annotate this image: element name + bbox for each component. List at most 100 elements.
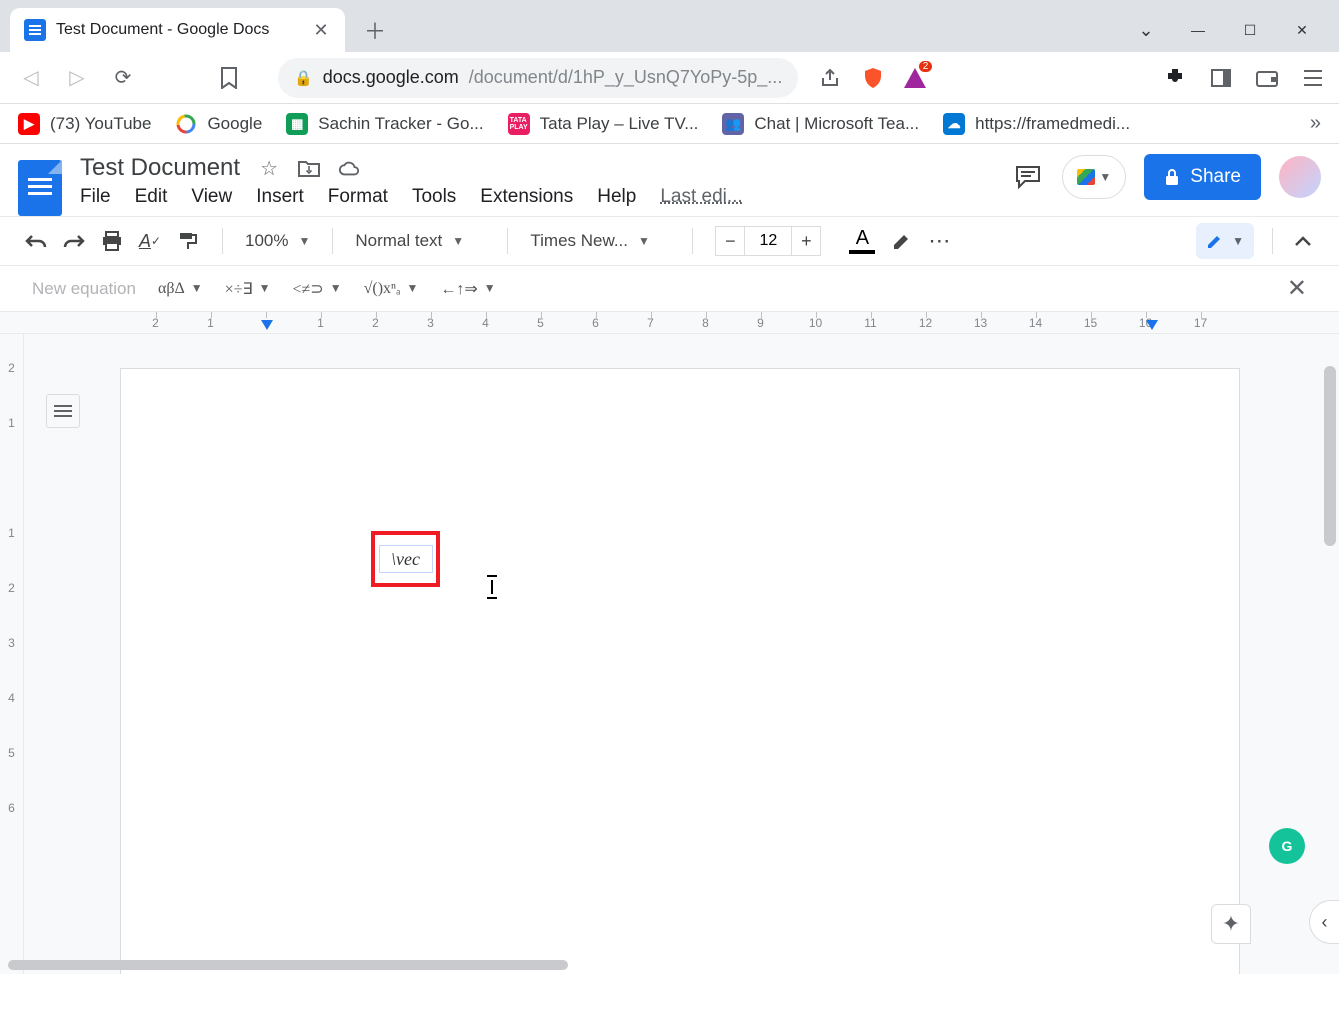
bookmark-google[interactable]: Google <box>175 113 262 135</box>
eq-arrows-group[interactable]: ←↑⇒▼ <box>440 279 495 299</box>
tab-title: Test Document - Google Docs <box>56 21 301 39</box>
ruler-mark: 15 <box>1063 316 1118 330</box>
eq-relations-group[interactable]: <≠⊃▼ <box>292 279 341 299</box>
paragraph-style-select[interactable]: Normal text▼ <box>355 231 485 251</box>
menu-extensions[interactable]: Extensions <box>480 186 573 208</box>
window-controls: ⌄ — ☐ ✕ <box>1135 19 1339 41</box>
brave-shield-icon[interactable] <box>862 67 884 89</box>
vertical-ruler[interactable]: 21123456 <box>0 334 24 974</box>
equation-highlight-box: \vec <box>371 531 440 587</box>
left-indent-marker[interactable] <box>261 320 273 330</box>
bookmark-tataplay[interactable]: TATAPLAYTata Play – Live TV... <box>508 113 699 135</box>
ruler-mark: 2 <box>348 316 403 330</box>
menu-help[interactable]: Help <box>597 186 636 208</box>
zoom-select[interactable]: 100%▼ <box>245 231 310 251</box>
ruler-mark: 17 <box>1173 316 1228 330</box>
brave-rewards-icon[interactable]: 2 <box>904 67 926 89</box>
bookmark-label: Tata Play – Live TV... <box>540 114 699 134</box>
meet-icon <box>1077 169 1095 185</box>
new-equation-label[interactable]: New equation <box>32 279 136 299</box>
star-icon[interactable]: ☆ <box>258 157 280 179</box>
menu-view[interactable]: View <box>191 186 232 208</box>
redo-icon[interactable] <box>62 229 86 253</box>
bookmark-youtube[interactable]: ▶(73) YouTube <box>18 113 151 135</box>
highlight-color-icon[interactable] <box>889 229 913 253</box>
new-tab-button[interactable]: ＋ <box>357 12 393 48</box>
nav-reload-button[interactable]: ⟳ <box>106 61 140 95</box>
collapse-toolbar-icon[interactable] <box>1291 229 1315 253</box>
pencil-icon <box>1206 232 1224 250</box>
lock-icon: 🔒 <box>294 69 313 87</box>
ruler-mark: 12 <box>898 316 953 330</box>
separator <box>332 228 333 254</box>
toolbar-row: ◁ ▷ ⟳ 🔒 docs.google.com/document/d/1hP_y… <box>0 52 1339 104</box>
document-page[interactable]: \vec <box>120 368 1240 974</box>
menu-edit[interactable]: Edit <box>135 186 168 208</box>
menu-insert[interactable]: Insert <box>256 186 304 208</box>
print-icon[interactable] <box>100 229 124 253</box>
bookmark-sheets[interactable]: ▦Sachin Tracker - Go... <box>286 113 483 135</box>
meet-button[interactable]: ▼ <box>1062 155 1126 199</box>
app-menu-icon[interactable] <box>1301 66 1325 90</box>
move-folder-icon[interactable] <box>298 157 320 179</box>
tab-close-icon[interactable]: ✕ <box>311 20 331 40</box>
spellcheck-icon[interactable]: A✓ <box>138 229 162 253</box>
document-title[interactable]: Test Document <box>80 154 240 182</box>
font-size-input[interactable] <box>745 226 791 256</box>
show-side-panel-button[interactable]: ‹ <box>1309 900 1339 944</box>
font-family-select[interactable]: Times New...▼ <box>530 231 670 251</box>
url-path: /document/d/1hP_y_UsnQ7YoPy-5p_... <box>469 67 783 88</box>
bookmark-teams[interactable]: 👥Chat | Microsoft Tea... <box>722 113 919 135</box>
docs-logo-icon[interactable] <box>18 160 62 216</box>
eq-operators-group[interactable]: ×÷∃▼ <box>225 279 271 299</box>
tab-search-icon[interactable]: ⌄ <box>1135 19 1157 41</box>
cloud-status-icon[interactable] <box>338 157 360 179</box>
address-bar[interactable]: 🔒 docs.google.com/document/d/1hP_y_UsnQ7… <box>278 58 798 98</box>
bookmark-onedrive[interactable]: ☁https://framedmedi... <box>943 113 1130 135</box>
vertical-scrollbar[interactable] <box>1324 366 1336 546</box>
window-minimize-icon[interactable]: — <box>1187 19 1209 41</box>
close-equation-toolbar-icon[interactable]: ✕ <box>1287 274 1307 303</box>
share-button[interactable]: Share <box>1144 154 1261 200</box>
bookmark-outline-icon[interactable] <box>212 61 246 95</box>
menu-format[interactable]: Format <box>328 186 388 208</box>
explore-button[interactable]: ✦ <box>1211 904 1251 944</box>
show-outline-button[interactable] <box>46 394 80 428</box>
wallet-icon[interactable] <box>1255 66 1279 90</box>
text-color-button[interactable]: A <box>849 228 875 254</box>
equation-input[interactable]: \vec <box>379 545 433 573</box>
paint-format-icon[interactable] <box>176 229 200 253</box>
nav-forward-button[interactable]: ▷ <box>60 61 94 95</box>
editing-mode-button[interactable]: ▼ <box>1196 223 1254 259</box>
ruler-mark: 13 <box>953 316 1008 330</box>
right-indent-marker[interactable] <box>1146 320 1158 330</box>
comments-icon[interactable] <box>1012 161 1044 193</box>
last-edit-link[interactable]: Last edi... <box>660 186 742 208</box>
horizontal-scrollbar[interactable] <box>8 960 568 970</box>
font-decrease-button[interactable]: − <box>715 226 745 256</box>
grammarly-icon[interactable]: G <box>1269 828 1305 864</box>
eq-greek-group[interactable]: αβΔ▼ <box>158 280 203 298</box>
bookmarks-overflow-icon[interactable]: » <box>1310 112 1321 135</box>
eq-math-group[interactable]: √()xⁿₐ▼ <box>364 280 419 298</box>
window-maximize-icon[interactable]: ☐ <box>1239 19 1261 41</box>
horizontal-ruler[interactable]: 211234567891011121314151617 <box>0 312 1339 334</box>
font-increase-button[interactable]: + <box>791 226 821 256</box>
undo-icon[interactable] <box>24 229 48 253</box>
nav-back-button[interactable]: ◁ <box>14 61 48 95</box>
separator <box>222 228 223 254</box>
chevron-down-icon: ▼ <box>452 234 464 248</box>
cloud-icon: ☁ <box>943 113 965 135</box>
share-page-icon[interactable] <box>820 67 842 89</box>
browser-tab[interactable]: Test Document - Google Docs ✕ <box>10 8 345 52</box>
menu-file[interactable]: File <box>80 186 111 208</box>
extensions-icon[interactable] <box>1163 66 1187 90</box>
sidebar-toggle-icon[interactable] <box>1209 66 1233 90</box>
main-toolbar: A✓ 100%▼ Normal text▼ Times New...▼ − + … <box>0 216 1339 266</box>
account-avatar[interactable] <box>1279 156 1321 198</box>
more-options-icon[interactable]: ⋯ <box>927 229 951 253</box>
window-close-icon[interactable]: ✕ <box>1291 19 1313 41</box>
ruler-mark: 7 <box>623 316 678 330</box>
menu-tools[interactable]: Tools <box>412 186 456 208</box>
ruler-mark: 6 <box>8 780 15 835</box>
